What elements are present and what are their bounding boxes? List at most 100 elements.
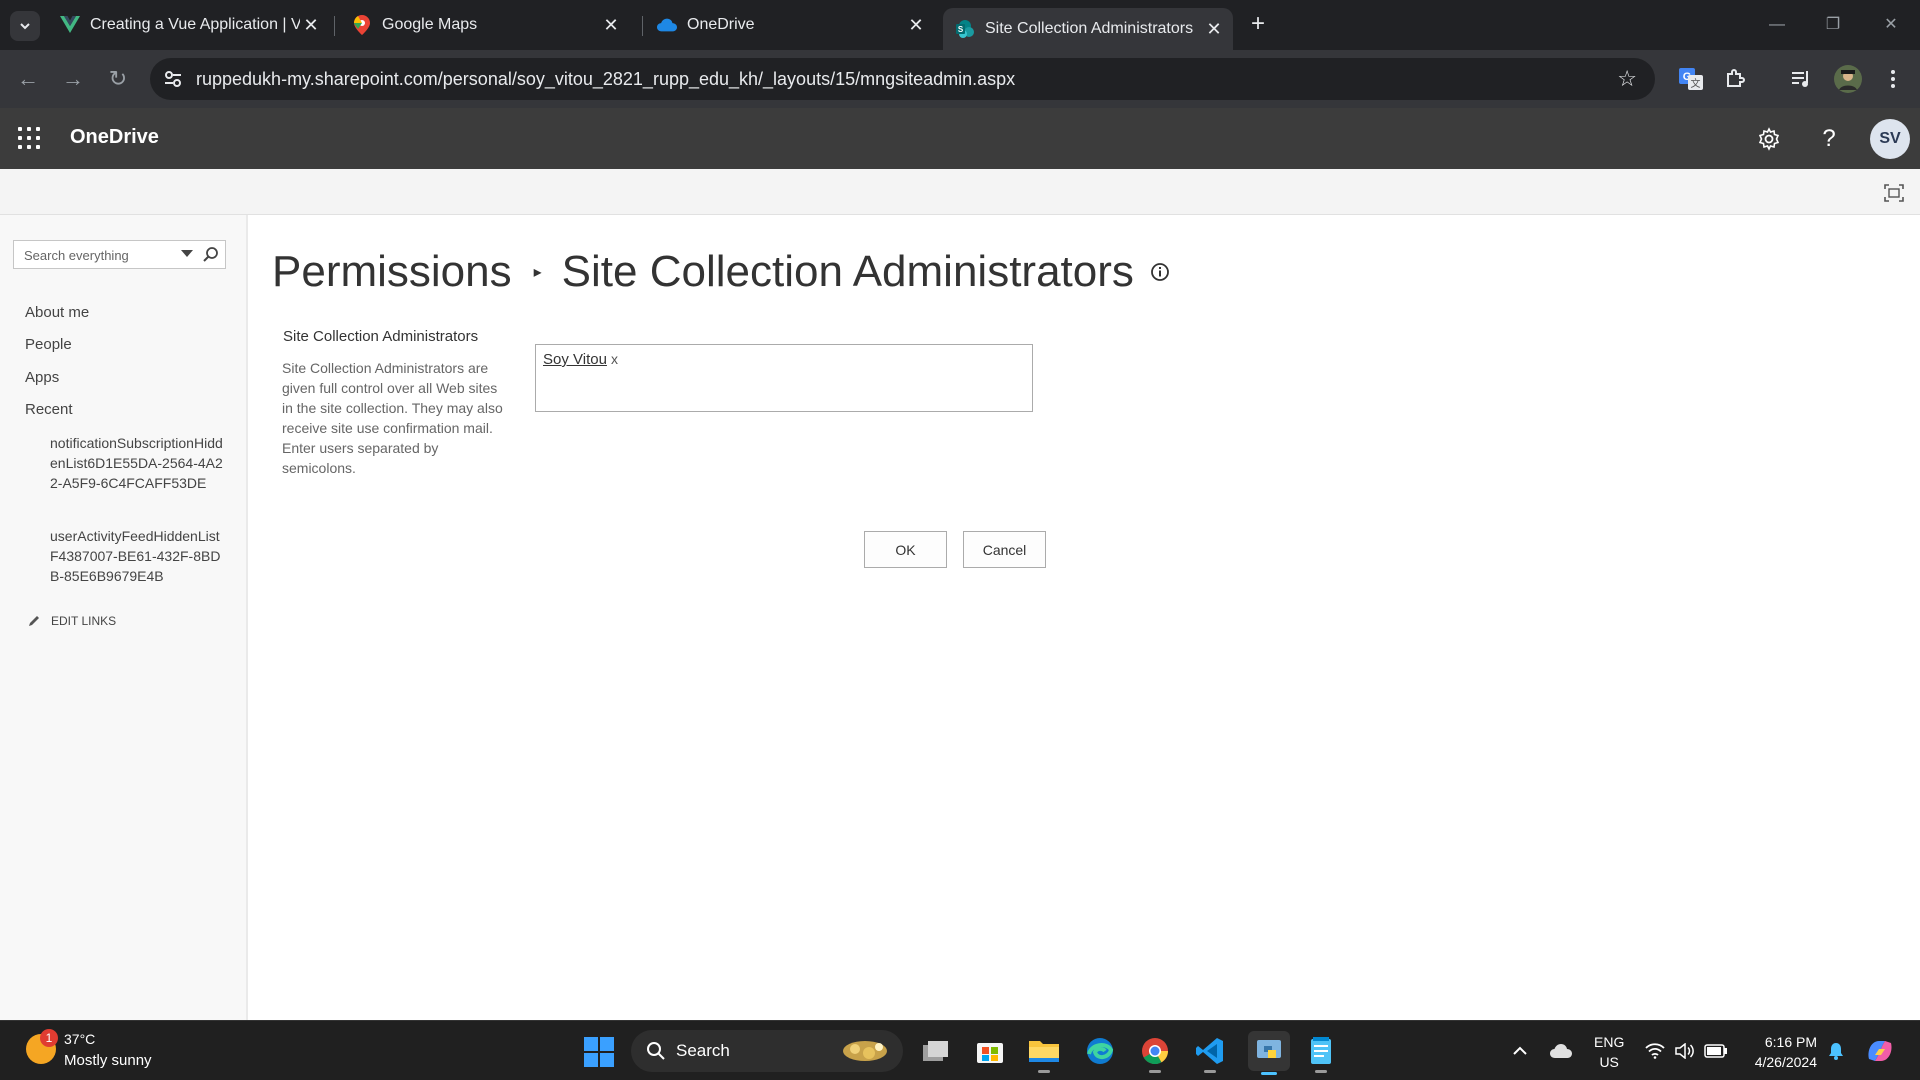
close-icon[interactable]: ✕ xyxy=(905,14,927,36)
close-icon[interactable]: ✕ xyxy=(600,14,622,36)
bookmark-star-icon[interactable]: ☆ xyxy=(1617,66,1637,92)
svg-text:文: 文 xyxy=(1691,77,1701,90)
system-clock[interactable]: 6:16 PM 4/26/2024 xyxy=(1745,1032,1817,1072)
onedrive-cloud-icon[interactable] xyxy=(1548,1021,1574,1080)
tab-vue[interactable]: Creating a Vue Application | Vu ✕ xyxy=(48,8,330,42)
search-label: Search xyxy=(676,1041,730,1060)
running-indicator xyxy=(1038,1070,1050,1073)
vscode-icon[interactable] xyxy=(1192,1033,1228,1073)
search-highlight-icon xyxy=(843,1041,887,1061)
notepad-icon[interactable] xyxy=(1303,1033,1339,1073)
search-scope-dropdown-icon[interactable] xyxy=(181,250,193,257)
nav-link-people[interactable]: People xyxy=(25,336,72,353)
close-window-icon[interactable]: ✕ xyxy=(1876,10,1906,40)
wifi-icon[interactable] xyxy=(1642,1021,1668,1080)
remove-user-icon[interactable]: x xyxy=(611,351,618,367)
browser-menu-icon[interactable] xyxy=(1878,64,1908,94)
settings-gear-icon[interactable] xyxy=(1754,124,1784,154)
close-icon[interactable]: ✕ xyxy=(300,14,322,36)
search-icon[interactable] xyxy=(202,246,220,264)
media-controls-icon[interactable] xyxy=(1786,64,1816,94)
recent-item[interactable]: notificationSubscriptionHiddenList6D1E55… xyxy=(50,433,225,493)
profile-avatar[interactable] xyxy=(1833,64,1863,94)
breadcrumb-separator-icon: ▸ xyxy=(533,264,542,281)
back-icon[interactable]: ← xyxy=(13,64,43,94)
help-icon[interactable]: ? xyxy=(1814,124,1844,154)
tab-divider xyxy=(334,16,335,36)
vue-icon xyxy=(60,15,80,35)
app-launcher-icon[interactable] xyxy=(18,127,42,151)
app-brand[interactable]: OneDrive xyxy=(70,126,159,149)
file-explorer-icon[interactable] xyxy=(1026,1033,1062,1073)
forward-icon[interactable]: → xyxy=(58,64,88,94)
page-title-breadcrumb: Permissions ▸ Site Collection Administra… xyxy=(272,247,1170,297)
running-indicator xyxy=(1204,1070,1216,1073)
minimize-icon[interactable]: — xyxy=(1762,10,1792,40)
search-everything-input[interactable]: Search everything xyxy=(13,240,226,269)
breadcrumb-parent-link[interactable]: Permissions xyxy=(272,247,512,297)
site-info-icon[interactable] xyxy=(162,68,184,90)
edit-links-label: EDIT LINKS xyxy=(51,614,117,628)
running-indicator xyxy=(1315,1070,1327,1073)
address-bar[interactable]: ruppedukh-my.sharepoint.com/personal/soy… xyxy=(150,58,1655,100)
google-maps-icon xyxy=(352,15,372,35)
section-title: Site Collection Administrators xyxy=(283,328,479,345)
language-code: ENG xyxy=(1594,1034,1625,1050)
edit-links-button[interactable]: EDIT LINKS xyxy=(27,614,116,628)
nav-link-apps[interactable]: Apps xyxy=(25,369,59,386)
tab-site-collection-administrators[interactable]: S Site Collection Administrators ✕ xyxy=(943,8,1233,50)
info-icon[interactable] xyxy=(1150,262,1170,282)
pencil-icon xyxy=(29,616,39,626)
sharepoint-icon: S xyxy=(955,19,975,39)
section-description: Site Collection Administrators are given… xyxy=(282,360,503,476)
chevron-down-icon xyxy=(20,23,30,30)
clock-time: 6:16 PM xyxy=(1764,1034,1817,1050)
restore-icon[interactable]: ❐ xyxy=(1818,10,1848,40)
reload-icon[interactable]: ↻ xyxy=(103,64,133,94)
close-icon[interactable]: ✕ xyxy=(1203,18,1225,40)
tab-search-button[interactable] xyxy=(10,11,40,41)
microsoft-store-icon[interactable] xyxy=(972,1033,1008,1069)
suite-bar: OneDrive ? SV xyxy=(0,108,1920,169)
left-navigation: Search everything About me People Apps R… xyxy=(0,215,248,1020)
edge-icon[interactable] xyxy=(1082,1033,1118,1069)
taskbar-search-box[interactable]: Search xyxy=(631,1030,903,1072)
url-text: ruppedukh-my.sharepoint.com/personal/soy… xyxy=(196,69,1016,89)
volume-icon[interactable] xyxy=(1672,1021,1698,1080)
weather-temperature: 37°C xyxy=(64,1031,96,1047)
cancel-button[interactable]: Cancel xyxy=(963,531,1046,568)
python-app-icon[interactable] xyxy=(1248,1031,1290,1075)
notification-bell-icon[interactable] xyxy=(1824,1021,1848,1080)
weather-condition: Mostly sunny xyxy=(64,1052,152,1069)
focus-content-icon[interactable] xyxy=(1884,184,1904,202)
tab-title: Google Maps xyxy=(382,16,478,33)
nav-link-recent[interactable]: Recent xyxy=(25,401,73,418)
show-hidden-icons-chevron-icon[interactable] xyxy=(1508,1021,1532,1080)
clock-date: 4/26/2024 xyxy=(1754,1054,1817,1070)
region-code: US xyxy=(1599,1054,1619,1070)
people-picker-input[interactable]: Soy Vitou x xyxy=(535,344,1033,412)
search-icon xyxy=(647,1042,665,1060)
tab-onedrive[interactable]: OneDrive ✕ xyxy=(645,8,935,42)
tab-google-maps[interactable]: Google Maps ✕ xyxy=(340,8,630,42)
nav-link-about-me[interactable]: About me xyxy=(25,304,89,321)
new-tab-button[interactable]: + xyxy=(1245,12,1271,38)
google-translate-icon[interactable]: G文 xyxy=(1676,64,1706,94)
task-view-icon[interactable] xyxy=(918,1033,954,1069)
windows-start-icon[interactable] xyxy=(584,1037,614,1067)
ok-button[interactable]: OK xyxy=(864,531,947,568)
copilot-icon[interactable] xyxy=(1862,1021,1898,1080)
notification-badge: 1 xyxy=(40,1029,58,1047)
chrome-icon[interactable] xyxy=(1137,1033,1173,1073)
user-avatar[interactable]: SV xyxy=(1870,119,1910,159)
breadcrumb-current: Site Collection Administrators xyxy=(561,247,1134,296)
ribbon-bar xyxy=(0,169,1920,215)
recent-item[interactable]: userActivityFeedHiddenListF4387007-BE61-… xyxy=(50,526,225,586)
svg-text:S: S xyxy=(958,25,964,34)
extensions-icon[interactable] xyxy=(1720,64,1750,94)
input-language-indicator[interactable]: ENG US xyxy=(1594,1032,1624,1072)
user-name-link[interactable]: Soy Vitou xyxy=(543,351,607,368)
battery-icon[interactable] xyxy=(1702,1021,1730,1080)
windows-taskbar: 1 37°C Mostly sunny Search ENG US 6:16 P… xyxy=(0,1020,1920,1080)
browser-tab-strip: Creating a Vue Application | Vu ✕ Google… xyxy=(0,0,1920,50)
